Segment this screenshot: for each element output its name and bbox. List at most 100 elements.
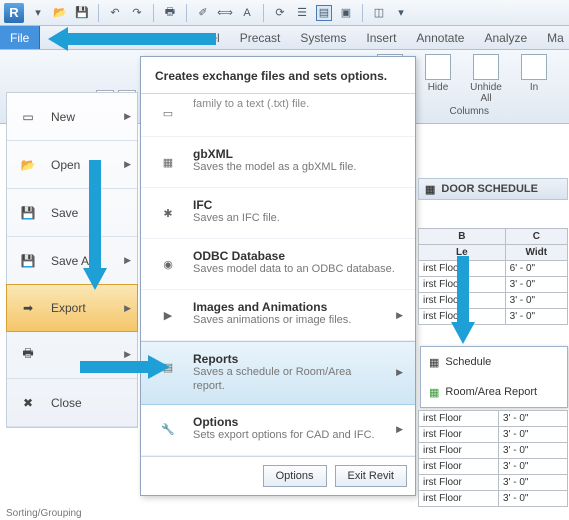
chevron-right-icon: ▶ — [396, 310, 403, 321]
tab-insert[interactable]: Insert — [356, 26, 406, 49]
export-item-name: gbXML — [193, 147, 403, 161]
file-menu-label: Close — [51, 396, 82, 410]
file-menu-label: Save A — [51, 254, 89, 268]
disk-as-icon: 💾 — [15, 248, 41, 274]
schedule-title: DOOR SCHEDULE — [441, 183, 538, 195]
file-menu-export[interactable]: ➡Export▶ — [6, 284, 138, 332]
view-icon[interactable]: ▾ — [393, 5, 409, 21]
export-ifc[interactable]: ✱IFCSaves an IFC file. — [141, 188, 415, 239]
tab-precast[interactable]: Precast — [230, 26, 291, 49]
table-row[interactable]: irst Floor3' - 0" — [419, 277, 568, 293]
flyout-footer: Options Exit Revit — [141, 456, 415, 495]
table-row[interactable]: irst Floor3' - 0" — [419, 491, 568, 507]
export-item-name: Options — [193, 415, 386, 429]
text-icon[interactable]: A — [239, 5, 255, 21]
table-row[interactable]: irst Floor3' - 0" — [419, 443, 568, 459]
undo-icon[interactable]: ↶ — [107, 5, 123, 21]
table-row[interactable]: irst Floor3' - 0" — [419, 427, 568, 443]
export-item-icon: 🔧 — [153, 415, 183, 445]
columns-panel-label: Columns — [450, 106, 489, 117]
tab-file[interactable]: File — [0, 26, 40, 49]
col-header[interactable]: B — [419, 229, 506, 245]
redo-icon[interactable]: ↷ — [129, 5, 145, 21]
separator — [186, 4, 187, 22]
measure-icon[interactable]: ✐ — [195, 5, 211, 21]
table-row[interactable]: irst Floor3' - 0" — [419, 459, 568, 475]
table-row[interactable]: irst Floor3' - 0" — [419, 475, 568, 491]
open-icon[interactable]: 📂 — [52, 5, 68, 21]
export-item-desc: Saves a schedule or Room/Area report. — [193, 366, 386, 394]
export-item-icon: ✱ — [153, 198, 183, 228]
table-row[interactable]: irst Floor3' - 0" — [419, 293, 568, 309]
file-menu: ▭New▶📂Open▶💾Save💾Save A▶➡Export▶🖶▶✖Close — [6, 92, 138, 428]
schedule-table-lower: irst Floor3' - 0"irst Floor3' - 0"irst F… — [418, 410, 568, 507]
ribbon-tabs: File teel Precast Systems Insert Annotat… — [0, 26, 569, 50]
export-gbxml[interactable]: ▦ gbXMLSaves the model as a gbXML file. — [141, 137, 415, 188]
tab-analyze[interactable]: Analyze — [474, 26, 537, 49]
export-odbc-database[interactable]: ◉ODBC DatabaseSaves model data to an ODB… — [141, 239, 415, 290]
export-item-desc: Saves the model as a gbXML file. — [193, 161, 403, 175]
export-item-icon: ▦ — [153, 147, 183, 177]
chevron-right-icon: ▶ — [124, 111, 131, 122]
print-icon: 🖶 — [15, 342, 41, 368]
export-images-and-animations[interactable]: ▶Images and AnimationsSaves animations o… — [141, 290, 415, 341]
table-row[interactable]: irst Floor3' - 0" — [419, 309, 568, 325]
schedule-icon: ▦ — [425, 183, 435, 196]
separator — [263, 4, 264, 22]
export-item-icon: ▶ — [153, 300, 183, 330]
chevron-right-icon: ▶ — [124, 255, 131, 266]
export-icon: ➡ — [15, 295, 41, 321]
unhide-button[interactable]: Unhide All — [465, 54, 507, 104]
caret-down-icon[interactable]: ▾ — [30, 5, 46, 21]
exit-revit-button[interactable]: Exit Revit — [335, 465, 407, 487]
chevron-right-icon: ▶ — [124, 303, 131, 314]
export-reports[interactable]: ▤ReportsSaves a schedule or Room/Area re… — [141, 341, 415, 405]
thin-lines-icon[interactable]: ☰ — [294, 5, 310, 21]
export-options[interactable]: 🔧OptionsSets export options for CAD and … — [141, 405, 415, 456]
schedule-table: BC LeWidt irst Floor6' - 0"irst Floor3' … — [418, 228, 568, 325]
switch-windows-icon[interactable]: ◫ — [371, 5, 387, 21]
doc-icon: ▭ — [15, 104, 41, 130]
filter-icon[interactable]: ▤ — [316, 5, 332, 21]
table-row[interactable]: irst Floor3' - 0" — [419, 411, 568, 427]
room-report-icon: ▦ — [429, 386, 439, 399]
submenu-room-area-report[interactable]: ▦ Room/Area Report — [421, 377, 567, 407]
submenu-schedule[interactable]: ▦ Schedule — [421, 347, 567, 377]
export-item-name: Reports — [193, 352, 386, 366]
tab-annotate[interactable]: Annotate — [406, 26, 474, 49]
table-row[interactable]: irst Floor6' - 0" — [419, 261, 568, 277]
schedule-title-bar: ▦ DOOR SCHEDULE — [418, 178, 568, 200]
save-icon[interactable]: 💾 — [74, 5, 90, 21]
dimension-icon[interactable]: ⟺ — [217, 5, 233, 21]
options-button[interactable]: Options — [263, 465, 327, 487]
print-icon[interactable]: 🖶 — [162, 5, 178, 21]
file-menu-new[interactable]: ▭New▶ — [7, 93, 137, 141]
insert-icon — [521, 54, 547, 80]
close-hidden-icon[interactable]: ▣ — [338, 5, 354, 21]
flyout-item-partial[interactable]: ▭ family to a text (.txt) file. — [141, 94, 415, 137]
col-subheader: Widt — [505, 245, 567, 261]
separator — [362, 4, 363, 22]
chevron-right-icon: ▶ — [124, 349, 131, 360]
file-menu-item[interactable]: 🖶▶ — [7, 331, 137, 379]
unhide-icon — [473, 54, 499, 80]
export-item-desc: Saves model data to an ODBC database. — [193, 263, 403, 277]
col-header[interactable]: C — [505, 229, 567, 245]
tab-systems[interactable]: Systems — [290, 26, 356, 49]
reports-submenu: ▦ Schedule ▦ Room/Area Report — [420, 346, 568, 408]
export-item-name: Images and Animations — [193, 300, 386, 314]
export-item-name: IFC — [193, 198, 403, 212]
close-icon: ✖ — [15, 390, 41, 416]
revit-logo-icon[interactable]: R — [4, 3, 24, 23]
file-menu-save-a[interactable]: 💾 Save A ▶ — [7, 237, 137, 285]
hide-button[interactable]: Hide — [417, 54, 459, 104]
file-menu-save[interactable]: 💾Save — [7, 189, 137, 237]
file-menu-label: Open — [51, 158, 80, 172]
file-menu-close[interactable]: ✖ Close — [7, 379, 137, 427]
tab-steel[interactable]: teel — [190, 26, 229, 49]
tab-manage[interactable]: Ma — [537, 26, 569, 49]
chevron-right-icon: ▶ — [124, 159, 131, 170]
file-menu-open[interactable]: 📂Open▶ — [7, 141, 137, 189]
sync-icon[interactable]: ⟳ — [272, 5, 288, 21]
insert-button[interactable]: In — [513, 54, 555, 104]
